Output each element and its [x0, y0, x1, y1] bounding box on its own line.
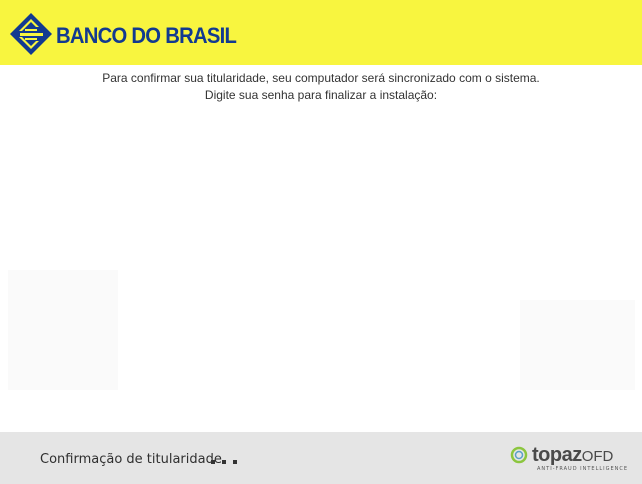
background-panel-left — [8, 270, 118, 390]
topaz-wordmark: topazOFD — [532, 444, 613, 467]
instruction-line-1: Para confirmar sua titularidade, seu com… — [102, 71, 540, 85]
loading-dot — [233, 460, 237, 464]
loading-dot — [211, 460, 215, 464]
banco-do-brasil-logo-icon — [10, 13, 52, 55]
instruction-message: Para confirmar sua titularidade, seu com… — [0, 70, 642, 104]
topaz-name: topaz — [532, 444, 582, 466]
banco-do-brasil-logo: BANCO DO BRASIL — [10, 13, 237, 55]
background-panel-right — [520, 300, 635, 390]
instruction-line-2: Digite sua senha para finalizar a instal… — [204, 88, 438, 102]
topaz-tagline: ANTI-FRAUD INTELLIGENCE — [537, 466, 629, 472]
footer-status-label: Confirmação de titularidade — [40, 452, 222, 467]
topaz-ring-icon — [510, 446, 528, 464]
brand-name: BANCO DO BRASIL — [56, 23, 237, 48]
loading-dot — [222, 460, 226, 464]
topaz-ofd-logo: topazOFD ANTI-FRAUD INTELLIGENCE — [510, 444, 629, 476]
topaz-suffix: OFD — [581, 448, 614, 465]
loading-dots-icon — [211, 460, 241, 465]
header-bar: BANCO DO BRASIL — [0, 0, 642, 65]
